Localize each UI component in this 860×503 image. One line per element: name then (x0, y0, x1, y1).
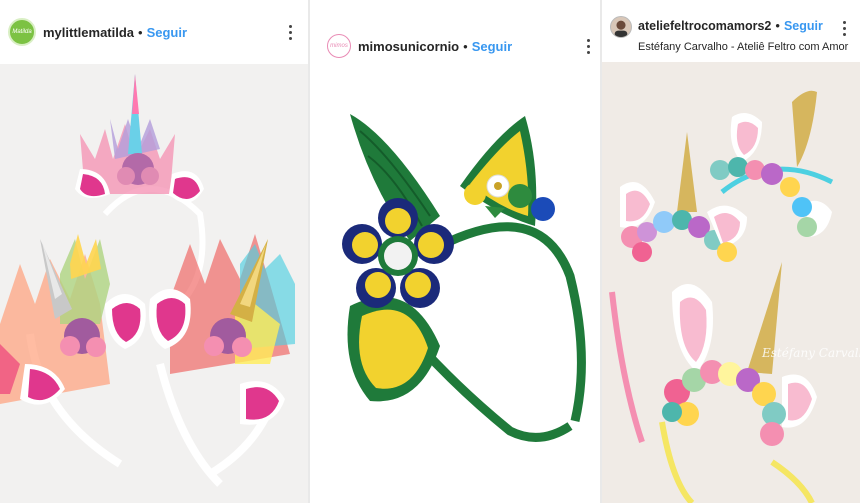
username[interactable]: mylittlematilda (43, 25, 134, 40)
separator: • (775, 18, 780, 33)
watermark: Estéfany Carvalho (761, 346, 860, 360)
follow-button[interactable]: Seguir (147, 25, 187, 40)
more-options-icon[interactable] (836, 18, 852, 38)
avatar-logo: mimos (330, 43, 348, 49)
post-3: ateliefeltrocomamors2 • Seguir Estéfany … (602, 0, 860, 503)
avatar[interactable] (610, 16, 632, 38)
separator: • (138, 24, 143, 40)
username[interactable]: ateliefeltrocomamors2 (638, 19, 771, 33)
post-photo (0, 64, 308, 503)
avatar-logo (614, 20, 628, 37)
more-options-icon[interactable] (580, 36, 596, 56)
avatar-logo: Matilda (12, 29, 32, 35)
post-1: Matilda mylittlematilda • Seguir (0, 0, 308, 503)
post-header: Matilda mylittlematilda • Seguir (0, 0, 308, 64)
post-2: mimos mimosunicornio • Seguir (310, 0, 600, 503)
follow-button[interactable]: Seguir (472, 39, 512, 54)
avatar[interactable]: mimos (327, 34, 351, 58)
avatar[interactable]: Matilda (8, 18, 36, 46)
post-photo (310, 76, 600, 503)
location-subtitle[interactable]: Estéfany Carvalho - Ateliê Feltro com Am… (638, 41, 848, 53)
post-header: ateliefeltrocomamors2 • Seguir Estéfany … (602, 0, 860, 62)
more-options-icon[interactable] (282, 22, 298, 42)
separator: • (463, 38, 468, 54)
post-photo: Estéfany Carvalho (602, 62, 860, 503)
follow-button[interactable]: Seguir (784, 19, 823, 33)
instagram-posts-collage: Matilda mylittlematilda • Seguir mimos m… (0, 0, 860, 503)
username[interactable]: mimosunicornio (358, 39, 459, 54)
post-header: mimos mimosunicornio • Seguir (310, 18, 600, 74)
header-title-row: ateliefeltrocomamors2 • Seguir (638, 18, 823, 33)
